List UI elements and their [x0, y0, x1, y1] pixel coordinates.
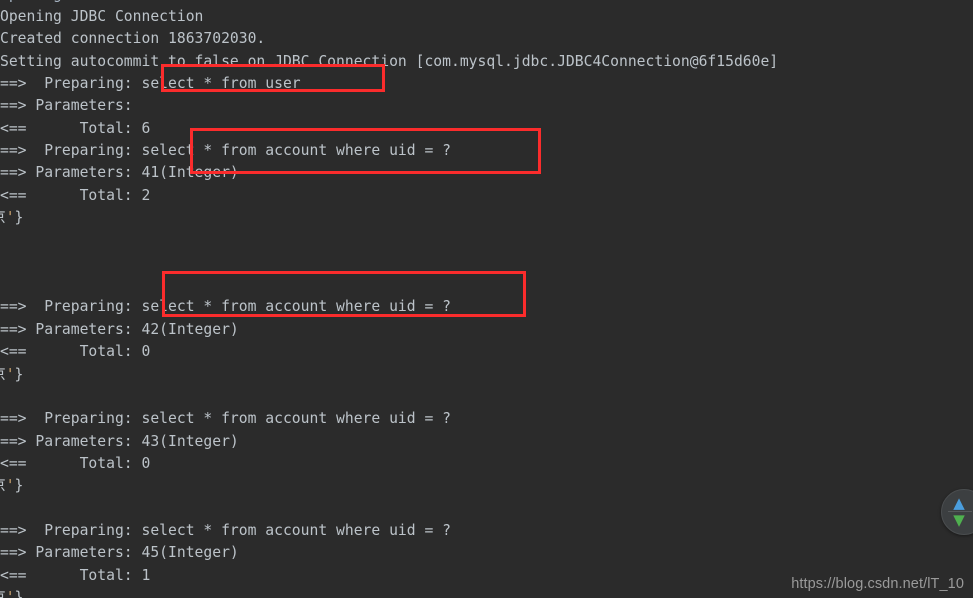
log-line-parameters-user: ==> Parameters:	[0, 97, 142, 115]
scroll-up-icon[interactable]: ▲	[952, 495, 966, 511]
truncated-brace: }	[14, 477, 24, 495]
log-line-parameters-45: ==> Parameters: 45(Integer)	[0, 544, 239, 562]
log-line-preparing-user: ==> Preparing: select * from user	[0, 75, 301, 93]
log-line-preparing-account-42: ==> Preparing: select * from account whe…	[0, 298, 451, 316]
log-line-result-truncated-2: 京'}	[0, 364, 973, 386]
truncated-quote: '	[5, 477, 15, 495]
log-line-preparing-account-43: ==> Preparing: select * from account whe…	[0, 410, 451, 428]
truncated-brace: }	[14, 365, 24, 383]
log-line-parameters-41: ==> Parameters: 41(Integer)	[0, 164, 239, 182]
log-line-preparing-account-45: ==> Preparing: select * from account whe…	[0, 521, 451, 539]
truncated-quote: '	[5, 588, 15, 598]
log-line-parameters-42: ==> Parameters: 42(Integer)	[0, 320, 239, 338]
log-line-parameters-43: ==> Parameters: 43(Integer)	[0, 432, 239, 450]
scroll-down-icon[interactable]: ▼	[952, 512, 966, 528]
log-line-total-41: <== Total: 2	[0, 186, 151, 204]
truncated-brace: }	[14, 209, 24, 227]
log-line-total-42: <== Total: 0	[0, 343, 151, 361]
watermark-url: https://blog.csdn.net/lT_10	[791, 576, 964, 592]
log-line-preparing-account-41: ==> Preparing: select * from account whe…	[0, 142, 451, 160]
console-output-panel[interactable]: Opening JDBC Connection Opening JDBC Con…	[0, 0, 973, 598]
log-line-result-truncated-3: 京'}	[0, 475, 973, 497]
truncated-brace: }	[14, 588, 24, 598]
truncated-quote: '	[5, 209, 15, 227]
log-line-setting-autocommit: Setting autocommit to false on JDBC Conn…	[0, 52, 779, 70]
truncated-quote: '	[5, 365, 15, 383]
log-line-total-user: <== Total: 6	[0, 119, 151, 137]
log-line-result-truncated-1: 京'}	[0, 207, 973, 229]
log-line-created-connection: Created connection 1863702030.	[0, 30, 266, 48]
log-line-opening-connection: Opening JDBC Connection	[0, 8, 204, 25]
log-line-total-43: <== Total: 0	[0, 454, 151, 472]
